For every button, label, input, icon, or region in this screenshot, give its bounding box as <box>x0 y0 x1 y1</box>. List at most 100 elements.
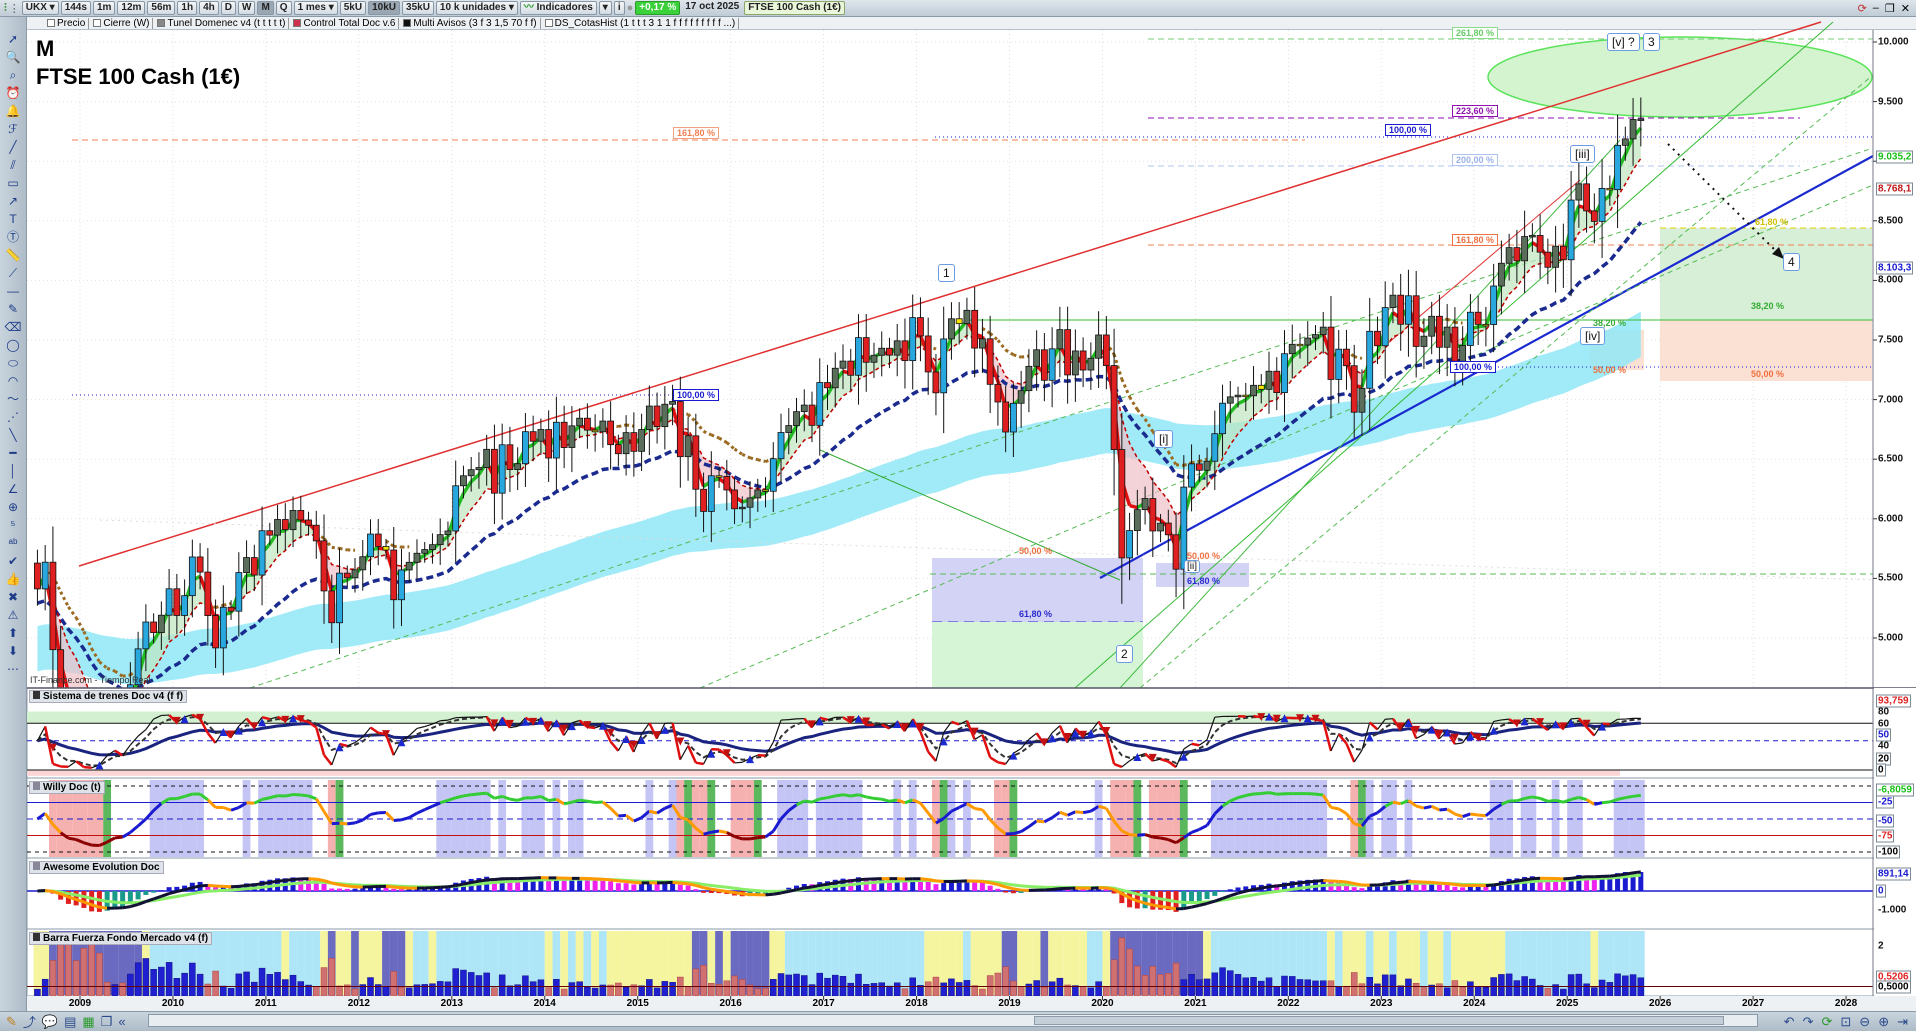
barra-bar <box>1072 985 1079 997</box>
zoom-out-icon[interactable]: ⊖ <box>1859 1014 1870 1030</box>
awesome-fast-segment <box>99 905 108 910</box>
scrollbar-thumb[interactable] <box>1034 1016 1724 1025</box>
candle-body <box>243 557 250 573</box>
candle-body <box>266 530 274 536</box>
awesome-fast-segment <box>1454 883 1463 887</box>
awesome-fast-segment <box>261 880 271 886</box>
barra-bar <box>134 962 142 997</box>
candle-body <box>529 431 537 442</box>
candle-body <box>932 371 940 394</box>
fib-label-61-ii[interactable]: 61,80 % <box>1184 576 1223 586</box>
awesome-fast-segment <box>1508 879 1518 884</box>
fib-label-61-2020[interactable]: 61,80 % <box>1016 609 1055 619</box>
chat-icon[interactable]: 💬 <box>42 1014 58 1030</box>
barra-background-stripe <box>1086 931 1095 995</box>
wave-label-iv[interactable]: [iv] <box>1580 327 1606 345</box>
fib-label-61-target[interactable]: 61,80 % <box>1752 217 1791 227</box>
wave-label-1[interactable]: 1 <box>938 264 955 282</box>
wave-label-v[interactable]: [v] ? <box>1607 33 1640 51</box>
share-icon[interactable]: ⤴ <box>23 1012 36 1031</box>
barra-bar <box>382 986 390 997</box>
barra-bar <box>584 986 591 997</box>
zoom-fit-icon[interactable]: ⊡ <box>1840 1014 1851 1030</box>
candle-body <box>359 556 367 571</box>
time-scrollbar[interactable] <box>148 1014 1758 1027</box>
wave-label-3[interactable]: 3 <box>1643 33 1660 51</box>
willy-line-segment <box>858 793 867 799</box>
zoom-in-icon[interactable]: ⊕ <box>1878 1014 1889 1030</box>
candle-body <box>1064 329 1072 376</box>
candle-body <box>467 469 475 477</box>
barra-bar <box>1343 985 1350 997</box>
wave-label-iii[interactable]: [iii] <box>1570 145 1595 163</box>
barra-bar <box>498 974 506 997</box>
fib-label-50-2020[interactable]: 50,00 % <box>1016 546 1055 556</box>
willy-line-segment <box>703 830 712 836</box>
sistema-axis-label: 0 <box>1876 763 1886 777</box>
candle-body <box>196 556 204 573</box>
panel-title-text: Sistema de trenes Doc v4 (f f) <box>43 691 184 702</box>
candle-body <box>1583 183 1590 212</box>
candle-body <box>1110 365 1118 450</box>
awesome-fast-segment <box>1245 887 1254 893</box>
wave-label-ii[interactable]: [ii] <box>1184 560 1200 573</box>
awesome-fast-segment <box>695 883 704 890</box>
redo-icon[interactable]: ↷ <box>1803 1014 1814 1030</box>
barra-bar <box>777 973 785 997</box>
fib-label-100-iv[interactable]: 100,00 % <box>1450 361 1497 373</box>
layout-icon[interactable]: ▦ <box>82 1014 94 1030</box>
rewind-icon[interactable]: « <box>118 1014 125 1029</box>
fib-label-200[interactable]: 200,00 % <box>1452 154 1499 166</box>
candle-body <box>281 519 289 531</box>
year-label: 2020 <box>1091 998 1114 1009</box>
fib-label-50-iv[interactable]: 50,00 % <box>1590 365 1629 375</box>
awesome-fast-segment <box>1392 880 1401 885</box>
candle-body <box>1327 326 1335 380</box>
awesome-value-marker: 891,14 <box>1876 867 1911 881</box>
barra-bar <box>351 988 359 997</box>
barra-bar <box>336 985 343 997</box>
barra-bar <box>1110 959 1118 997</box>
barra-background-stripe <box>591 931 600 995</box>
report-icon[interactable]: ▤ <box>64 1014 76 1030</box>
awesome-bar <box>1181 891 1187 908</box>
fib-label-261[interactable]: 261,80 % <box>1452 27 1499 39</box>
barra-bar <box>1172 962 1180 997</box>
candle-body <box>886 347 893 356</box>
barra-bar <box>1296 979 1304 997</box>
chart-canvas[interactable] <box>0 0 1916 1031</box>
awesome-fast-segment <box>858 877 867 882</box>
awesome-bar <box>158 890 164 891</box>
candle-body <box>1056 329 1064 350</box>
fib-label-161-left[interactable]: 161,80 % <box>673 127 720 139</box>
willy-line-segment <box>718 829 728 834</box>
awesome-fast-segment <box>339 883 348 888</box>
windows-icon[interactable]: ❐ <box>101 1014 113 1030</box>
scroll-end-icon[interactable]: ⇥ <box>1897 1014 1908 1030</box>
barra-bar <box>893 982 901 997</box>
panel-awesome <box>26 857 1916 930</box>
draw-pencil-icon[interactable]: ✎ <box>6 1014 17 1030</box>
fib-label-38-target[interactable]: 38,20 % <box>1748 301 1787 311</box>
sistema-fast-segment <box>83 765 92 769</box>
refresh-icon[interactable]: ⟳ <box>1821 1014 1832 1030</box>
panel-title-sistema[interactable]: Sistema de trenes Doc v4 (f f) <box>29 690 188 703</box>
wave-label-2[interactable]: 2 <box>1116 645 1133 663</box>
wave-label-i[interactable]: [i] <box>1154 430 1174 448</box>
undo-icon[interactable]: ↶ <box>1784 1014 1795 1030</box>
willy-line-segment <box>1137 833 1146 837</box>
panel-title-willy[interactable]: Willy Doc (t) <box>29 781 105 794</box>
fib-label-161[interactable]: 161,80 % <box>1452 234 1499 246</box>
barra-bar <box>57 937 64 997</box>
barra-bar <box>1211 972 1219 997</box>
panel-title-awesome[interactable]: Awesome Evolution Doc <box>29 861 164 874</box>
fib-label-100-left[interactable]: 100,00 % <box>673 389 720 401</box>
barra-background-stripe <box>1543 931 1552 995</box>
candle-body <box>320 540 328 592</box>
fib-label-223[interactable]: 223,60 % <box>1452 105 1499 117</box>
fib-label-50-target[interactable]: 50,00 % <box>1748 369 1787 379</box>
candle-body <box>1312 334 1319 339</box>
wave-label-4[interactable]: 4 <box>1783 253 1800 271</box>
panel-title-barra[interactable]: Barra Fuerza Fondo Mercado v4 (f) <box>29 932 213 945</box>
fib-label-100[interactable]: 100,00 % <box>1385 124 1432 136</box>
